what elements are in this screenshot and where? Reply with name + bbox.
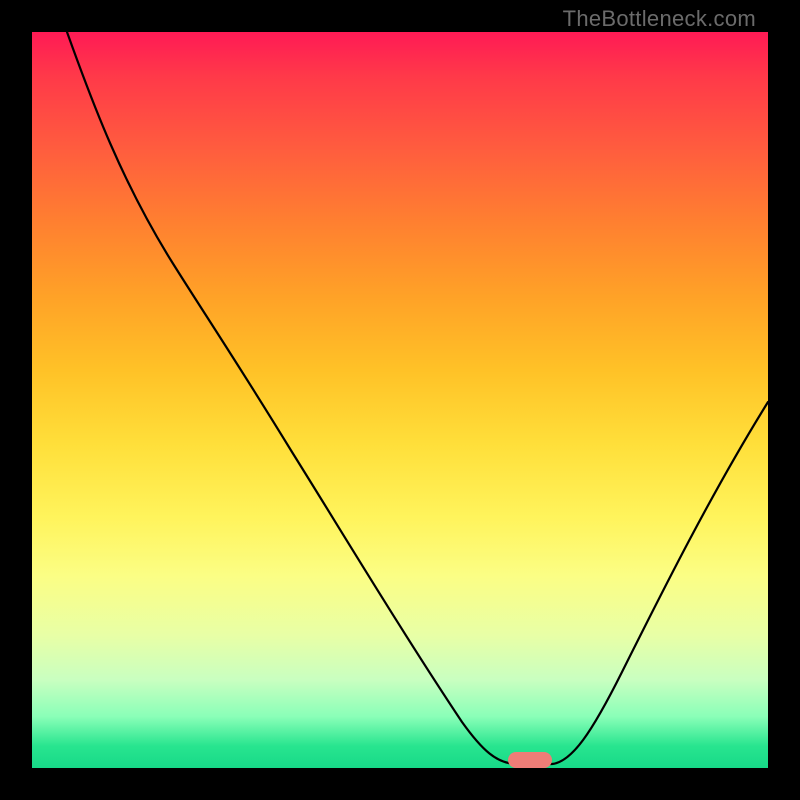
curve-path <box>67 32 768 764</box>
chart-frame: TheBottleneck.com <box>0 0 800 800</box>
optimal-marker <box>508 752 552 768</box>
watermark-text: TheBottleneck.com <box>563 6 756 32</box>
bottleneck-chart <box>32 32 768 768</box>
bottleneck-curve <box>32 32 768 768</box>
